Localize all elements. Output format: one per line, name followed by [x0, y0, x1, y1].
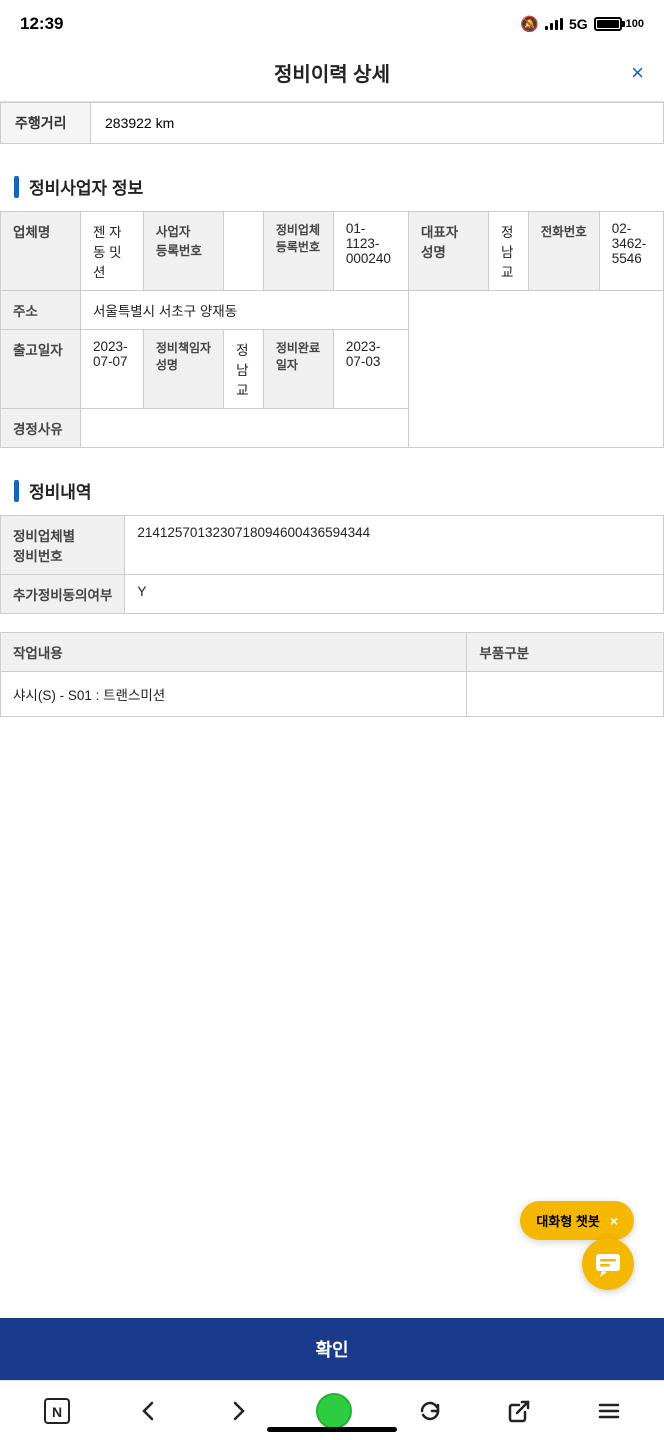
rep-name-label: 대표자 성명	[408, 212, 488, 291]
signal-bar-4	[560, 18, 563, 30]
svg-text:N: N	[52, 1404, 62, 1420]
checkout-date-label: 출고일자	[1, 330, 81, 409]
mileage-table: 주행거리 283922 km	[0, 102, 664, 144]
section-bar	[14, 176, 19, 198]
page-header: 정비이력 상세 ×	[0, 44, 664, 102]
chat-fab-button[interactable]	[582, 1238, 634, 1290]
table-header-row: 작업내용 부품구분	[1, 633, 664, 672]
battery-icon	[594, 17, 622, 31]
mileage-value: 283922 km	[91, 103, 664, 144]
parts-type	[467, 672, 664, 717]
table-row: 경정사유	[1, 409, 664, 448]
maintenance-reg-label: 정비업체 등록번호	[263, 212, 333, 291]
maintenance-detail-section-header: 정비내역	[0, 466, 664, 515]
phone-label: 전화번호	[528, 212, 599, 291]
confirm-bar: 확인	[0, 1318, 664, 1380]
nav-share-button[interactable]	[499, 1391, 539, 1431]
battery-level: 100	[626, 18, 644, 30]
work-content: 샤시(S) - S01 : 트랜스미션	[1, 672, 467, 717]
complete-date-value: 2023-07-03	[333, 330, 408, 409]
nav-back-button[interactable]	[129, 1391, 169, 1431]
signal-bars	[545, 18, 563, 30]
back-icon	[137, 1399, 161, 1423]
chat-close-button[interactable]: ×	[610, 1213, 618, 1229]
mileage-label: 주행거리	[1, 103, 91, 144]
nav-logo-button[interactable]: N	[35, 1389, 79, 1433]
nav-logo-icon: N	[43, 1397, 71, 1425]
work-column-header: 작업내용	[1, 633, 467, 672]
phone-value: 02-3462-5546	[599, 212, 663, 291]
biz-reg-label: 사업자 등록번호	[143, 212, 223, 291]
address-label: 주소	[1, 291, 81, 330]
signal-bar-1	[545, 26, 548, 30]
table-row: 주소 서울특별시 서초구 양재동	[1, 291, 664, 330]
business-info-table: 업체명 젠 자동 밋션 사업자 등록번호 정비업체 등록번호 01-1123-0…	[0, 211, 664, 448]
parts-column-header: 부품구분	[467, 633, 664, 672]
nav-refresh-button[interactable]	[410, 1391, 450, 1431]
business-info-title: 정비사업자 정보	[29, 174, 143, 199]
complete-date-label: 정비완료 일자	[263, 330, 333, 409]
status-time: 12:39	[20, 14, 63, 34]
additional-consent-label: 추가정비동의여부	[1, 575, 125, 614]
refresh-icon	[418, 1399, 442, 1423]
page-title: 정비이력 상세	[274, 58, 390, 87]
section-bar-2	[14, 480, 19, 502]
chat-icon	[594, 1250, 622, 1278]
correction-reason-label: 경정사유	[1, 409, 81, 448]
signal-bar-2	[550, 23, 553, 30]
table-row: 샤시(S) - S01 : 트랜스미션	[1, 672, 664, 717]
company-name-label: 업체명	[1, 212, 81, 291]
correction-reason-value	[81, 409, 409, 448]
additional-consent-value: Y	[125, 575, 664, 614]
chat-bubble-label: 대화형 챗봇	[536, 1211, 599, 1230]
confirm-button[interactable]: 확인	[18, 1336, 646, 1362]
maintenance-no-value: 2141257013230718094600436594344	[125, 516, 664, 575]
signal-bar-3	[555, 20, 558, 30]
table-row: 정비업체별 정비번호 21412570132307180946004365943…	[1, 516, 664, 575]
battery-container: 100	[594, 17, 644, 31]
status-right: 🔕 5G 100	[520, 15, 644, 33]
work-table: 작업내용 부품구분 샤시(S) - S01 : 트랜스미션	[0, 632, 664, 717]
nav-menu-button[interactable]	[589, 1391, 629, 1431]
biz-reg-value	[224, 212, 264, 291]
mute-icon: 🔕	[520, 15, 539, 33]
business-info-section-header: 정비사업자 정보	[0, 162, 664, 211]
nav-forward-button[interactable]	[218, 1391, 258, 1431]
checkout-date-value: 2023-07-07	[81, 330, 144, 409]
maintenance-person-label: 정비책임자 성명	[143, 330, 223, 409]
menu-icon	[597, 1399, 621, 1423]
rep-name-value: 정남교	[488, 212, 528, 291]
table-row: 추가정비동의여부 Y	[1, 575, 664, 614]
status-bar: 12:39 🔕 5G 100	[0, 0, 664, 44]
maintenance-person-value: 정남교	[224, 330, 264, 409]
table-row: 출고일자 2023-07-07 정비책임자 성명 정남교 정비완료 일자 202…	[1, 330, 664, 409]
maintenance-detail-title: 정비내역	[29, 478, 92, 503]
share-icon	[507, 1399, 531, 1423]
maintenance-no-label: 정비업체별 정비번호	[1, 516, 125, 575]
chat-bubble[interactable]: 대화형 챗봇 ×	[520, 1201, 634, 1240]
maintenance-reg-value: 01-1123-000240	[333, 212, 408, 291]
home-dot	[316, 1393, 352, 1429]
close-button[interactable]: ×	[631, 60, 644, 86]
main-content: 주행거리 283922 km 정비사업자 정보 업체명 젠 자동 밋션 사업자 …	[0, 102, 664, 847]
maintenance-detail-table: 정비업체별 정비번호 21412570132307180946004365943…	[0, 515, 664, 614]
address-value: 서울특별시 서초구 양재동	[81, 291, 409, 330]
home-indicator	[267, 1427, 397, 1432]
battery-fill	[597, 20, 619, 28]
company-name-value: 젠 자동 밋션	[81, 212, 144, 291]
forward-icon	[226, 1399, 250, 1423]
network-type: 5G	[569, 16, 588, 32]
